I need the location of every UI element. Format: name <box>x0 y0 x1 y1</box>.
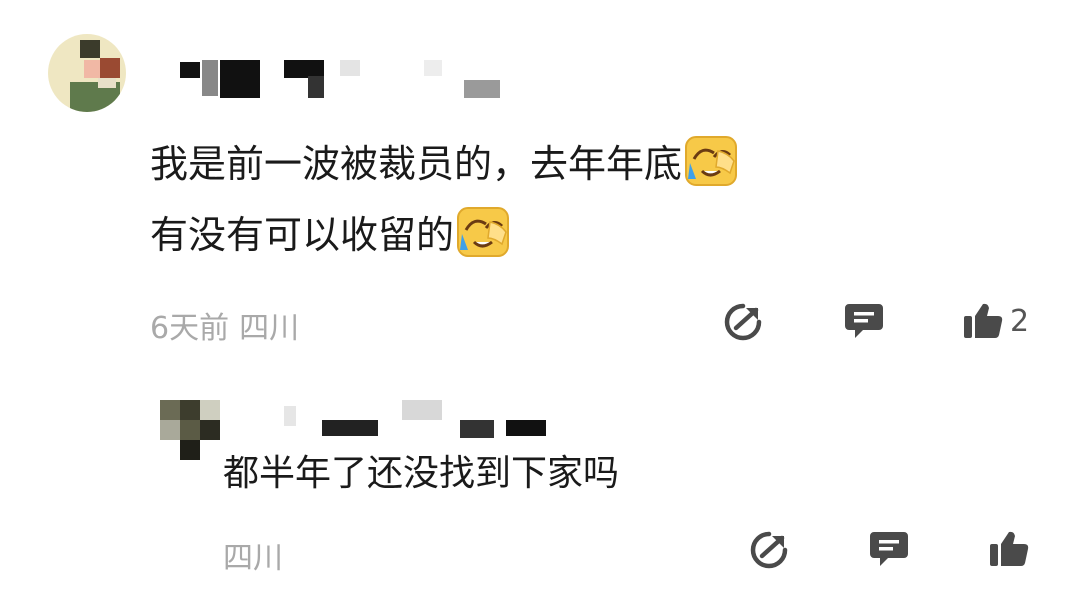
comment-location: 四川 <box>239 311 300 346</box>
replier-name-pixelated[interactable] <box>230 400 560 440</box>
reply-icon[interactable] <box>843 300 885 340</box>
reply-location: 四川 <box>223 541 283 576</box>
commenter-name-pixelated[interactable] <box>180 56 510 101</box>
like-icon[interactable] <box>960 302 1006 340</box>
like-icon[interactable] <box>986 530 1032 568</box>
comment-text-line-1: 我是前一波被裁员的，去年年底 <box>150 133 910 195</box>
commenter-avatar[interactable] <box>48 34 126 112</box>
comment-meta: 6天前 四川 <box>150 303 299 347</box>
facepalm-crying-emoji-icon <box>685 136 738 186</box>
share-icon[interactable] <box>748 530 790 570</box>
comment-line-2-text: 有没有可以收留的 <box>150 213 455 257</box>
reply-text: 都半年了还没找到下家吗 <box>223 453 620 494</box>
share-icon[interactable] <box>722 302 764 342</box>
reply-icon[interactable] <box>868 528 910 568</box>
comment-text-line-2: 有没有可以收留的 <box>150 204 910 266</box>
facepalm-crying-emoji-icon <box>457 207 510 257</box>
replier-avatar[interactable] <box>160 400 222 460</box>
like-count: 2 <box>1010 304 1030 339</box>
comment-line-1-text: 我是前一波被裁员的，去年年底 <box>150 142 683 186</box>
comment-time: 6天前 <box>150 311 230 346</box>
